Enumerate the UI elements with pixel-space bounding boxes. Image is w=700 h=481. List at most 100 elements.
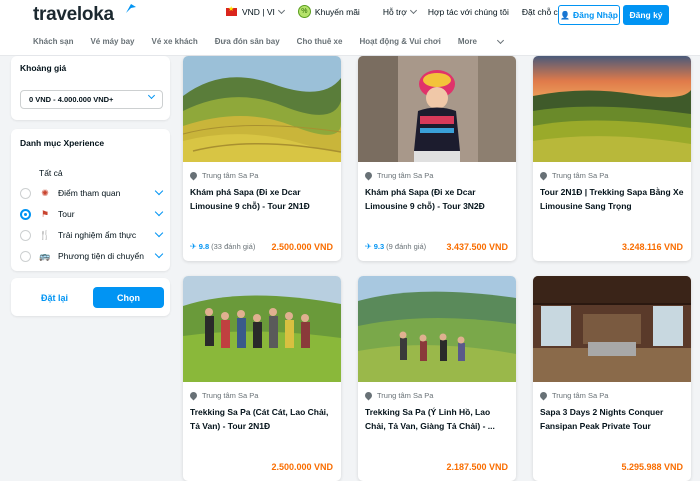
- currency-language-selector[interactable]: VND | VI: [226, 5, 285, 17]
- chevron-down-icon[interactable]: [154, 186, 164, 196]
- login-label: Đăng Nhập: [573, 10, 618, 20]
- register-button[interactable]: Đăng ký: [623, 5, 669, 25]
- product-nav: Khách sạn Vé máy bay Vé xe khách Đưa đón…: [33, 36, 537, 46]
- tour-card[interactable]: Trung tâm Sa Pa Khám phá Sapa (Đi xe Dca…: [183, 56, 341, 261]
- nav-item-bus[interactable]: Vé xe khách: [152, 37, 198, 46]
- tour-flag-icon: ⚑: [40, 208, 50, 219]
- radio-button[interactable]: [20, 250, 31, 262]
- top-menu: VND | VI % Khuyến mãi Hỗ trợ Hợp tác với…: [226, 5, 579, 18]
- login-button[interactable]: 👤 Đăng Nhập: [558, 5, 620, 25]
- user-icon: 👤: [560, 10, 571, 20]
- chevron-down-icon: [147, 91, 156, 100]
- radio-button-selected[interactable]: [20, 208, 31, 220]
- chevron-down-icon: [409, 6, 417, 14]
- category-filter-panel: Danh mục Xperience Tất cả ✺ Điểm tham qu…: [11, 129, 170, 271]
- rating: ✈ 9.8 (33 đánh giá): [190, 242, 255, 251]
- tour-price: 2.187.500 VND: [446, 462, 508, 472]
- category-item-transport[interactable]: 🚌 Phương tiện di chuyển: [20, 248, 165, 264]
- category-label: Phương tiện di chuyển: [58, 251, 144, 261]
- location: Trung tâm Sa Pa: [538, 390, 609, 401]
- category-item-all[interactable]: Tất cả: [20, 165, 165, 181]
- tour-card[interactable]: Trung tâm Sa Pa Trekking Sa Pa (Ý Linh H…: [358, 276, 516, 481]
- location-label: Trung tâm Sa Pa: [377, 391, 434, 400]
- location-pin-icon: [188, 170, 199, 181]
- location-label: Trung tâm Sa Pa: [552, 391, 609, 400]
- nav-more-label: More: [457, 37, 477, 46]
- tour-price: 2.500.000 VND: [271, 242, 333, 252]
- location: Trung tâm Sa Pa: [538, 170, 609, 181]
- location-label: Trung tâm Sa Pa: [552, 171, 609, 180]
- tour-card[interactable]: Trung tâm Sa Pa Khám phá Sapa (Đi xe Dca…: [358, 56, 516, 261]
- chevron-down-icon: [277, 6, 285, 14]
- nav-item-flights[interactable]: Vé máy bay: [90, 37, 134, 46]
- traveloka-bird-icon: ✈: [365, 242, 372, 251]
- tour-name[interactable]: Khám phá Sapa (Đi xe Dcar Limousine 9 ch…: [190, 185, 336, 213]
- tour-name[interactable]: Trekking Sa Pa (Cát Cát, Lao Chải, Tả Va…: [190, 405, 336, 433]
- logo-text: traveloka: [33, 4, 114, 25]
- apply-button[interactable]: Chọn: [93, 287, 164, 308]
- tour-card[interactable]: Trung tâm Sa Pa Sapa 3 Days 2 Nights Con…: [533, 276, 691, 481]
- support-menu[interactable]: Hỗ trợ: [382, 6, 417, 17]
- category-item-food[interactable]: 🍴 Trải nghiệm ẩm thực: [20, 227, 165, 243]
- discount-icon: %: [297, 5, 311, 18]
- price-filter-panel: Khoảng giá 0 VND - 4.000.000 VND+: [11, 56, 170, 120]
- price-filter-title: Khoảng giá: [20, 63, 67, 73]
- tour-price: 3.437.500 VND: [446, 242, 508, 252]
- category-item-tour[interactable]: ⚑ Tour: [20, 206, 165, 222]
- attraction-icon: ✺: [41, 187, 49, 198]
- category-item-attractions[interactable]: ✺ Điểm tham quan: [20, 185, 165, 201]
- chevron-down-icon[interactable]: [154, 207, 164, 217]
- tour-image: [533, 276, 691, 382]
- support-label: Hỗ trợ: [382, 6, 407, 17]
- tour-card[interactable]: Trung tâm Sa Pa Trekking Sa Pa (Cát Cát,…: [183, 276, 341, 481]
- traveloka-bird-icon: ✈: [190, 242, 197, 251]
- location-pin-icon: [363, 170, 374, 181]
- tour-name[interactable]: Trekking Sa Pa (Ý Linh Hồ, Lao Chải, Tả …: [365, 405, 511, 433]
- category-filter-title: Danh mục Xperience: [20, 138, 105, 148]
- traveloka-logo[interactable]: traveloka: [33, 4, 136, 26]
- tour-card[interactable]: Trung tâm Sa Pa Tour 2N1Đ | Trekking Sap…: [533, 56, 691, 261]
- radio-button[interactable]: [20, 187, 31, 199]
- location: Trung tâm Sa Pa: [188, 390, 259, 401]
- partner-link[interactable]: Hợp tác với chúng tôi: [428, 7, 509, 17]
- tour-name[interactable]: Tour 2N1Đ | Trekking Sapa Bằng Xe Limous…: [540, 185, 686, 213]
- chevron-down-icon: [496, 36, 505, 44]
- tour-name[interactable]: Khám phá Sapa (Đi xe Dcar Limousine 9 ch…: [365, 185, 511, 213]
- food-icon: 🍴: [39, 229, 51, 240]
- location-label: Trung tâm Sa Pa: [202, 391, 259, 400]
- partner-label: Hợp tác với chúng tôi: [427, 6, 509, 17]
- tour-image: [183, 276, 341, 382]
- tour-price: 3.248.116 VND: [621, 242, 683, 252]
- tour-price: 5.295.988 VND: [621, 462, 683, 472]
- nav-item-activities[interactable]: Hoạt động & Vui chơi: [359, 37, 440, 46]
- category-label: Tất cả: [39, 168, 63, 178]
- chevron-down-icon[interactable]: [154, 249, 164, 259]
- nav-item-more[interactable]: More: [457, 36, 520, 46]
- currency-language-label: VND | VI: [242, 6, 275, 17]
- category-label: Điểm tham quan: [58, 188, 121, 198]
- filter-actions: Đặt lại Chọn: [11, 278, 170, 316]
- price-range-value: 0 VND - 4.000.000 VND+: [29, 95, 114, 104]
- nav-item-airport-transfer[interactable]: Đưa đón sân bay: [215, 37, 280, 46]
- location-pin-icon: [538, 390, 549, 401]
- location: Trung tâm Sa Pa: [363, 390, 434, 401]
- location-label: Trung tâm Sa Pa: [377, 171, 434, 180]
- price-range-dropdown[interactable]: 0 VND - 4.000.000 VND+: [20, 90, 163, 109]
- location-pin-icon: [363, 390, 374, 401]
- review-count: (33 đánh giá): [211, 242, 256, 251]
- promo-label: Khuyến mãi: [314, 6, 360, 17]
- location-label: Trung tâm Sa Pa: [202, 171, 259, 180]
- promo-link[interactable]: % Khuyến mãi: [297, 5, 360, 18]
- nav-item-hotels[interactable]: Khách sạn: [33, 37, 73, 46]
- chevron-down-icon[interactable]: [154, 228, 164, 238]
- category-label: Trải nghiệm ẩm thực: [58, 230, 137, 240]
- tour-name[interactable]: Sapa 3 Days 2 Nights Conquer Fansipan Pe…: [540, 405, 686, 433]
- review-count: (9 đánh giá): [386, 242, 427, 251]
- location-pin-icon: [188, 390, 199, 401]
- radio-button[interactable]: [20, 229, 31, 241]
- reset-button[interactable]: Đặt lại: [20, 287, 89, 308]
- vehicle-icon: 🚌: [39, 250, 51, 261]
- nav-item-car-rental[interactable]: Cho thuê xe: [297, 37, 343, 46]
- rating-score: 9.8: [198, 242, 210, 251]
- top-header: traveloka VND | VI % Khuyến mãi Hỗ trợ H…: [0, 0, 700, 56]
